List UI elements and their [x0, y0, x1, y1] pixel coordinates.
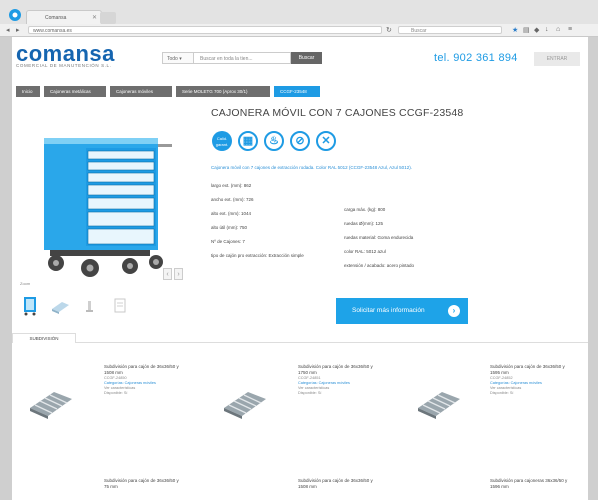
back-icon[interactable]: ◂ — [6, 26, 10, 34]
spec-right-4: color RAL: 5012 azul — [344, 249, 386, 254]
menu-icon[interactable]: ≡ — [568, 26, 572, 33]
spec-right-1: carga máx. (kg): 800 — [344, 207, 386, 212]
spec-right-2: ruedas Ø(mm): 125 — [344, 221, 384, 226]
spec-left-5: Nº de Cajones: 7 — [211, 239, 245, 244]
product-card-1[interactable]: Subdivisión para cajón de 36x36/50 y 150… — [104, 364, 182, 396]
product-description: Cajonera móvil con 7 cajones de extracci… — [211, 165, 412, 170]
product-main-image[interactable] — [30, 120, 180, 285]
quality-badge-text: Calid. garant. — [215, 136, 229, 147]
product-name[interactable]: Subdivisión para cajón de 36x36/50 y 75 … — [104, 478, 182, 490]
breadcrumb-item-current: CCGF-23548 — [274, 86, 320, 97]
tab-title: Comansa — [45, 15, 67, 21]
product-image[interactable] — [222, 386, 268, 420]
reading-list-icon[interactable]: ▤ — [523, 26, 530, 34]
url-bar[interactable]: www.comansa.es — [28, 26, 382, 34]
brand-subtitle: COMERCIAL DE MANUTENCIÓN S.L. — [16, 63, 112, 68]
breadcrumb-item-serie[interactable]: Serie MOLETG 700 (Aprox 30/1) — [176, 86, 270, 97]
product-card-5[interactable]: Subdivisión para cajón de 36x36/50 y 150… — [298, 478, 376, 490]
login-button[interactable]: ENTRAR — [534, 52, 580, 66]
product-card-3[interactable]: Subdivisión para cajón de 36x36/50 y 159… — [490, 364, 574, 396]
spec-left-2: ancho ext. (mm): 726 — [211, 197, 254, 202]
spec-left-1: largo ext. (mm): 862 — [211, 183, 252, 188]
gallery-prev-icon[interactable]: ‹ — [163, 268, 172, 280]
spec-left-6: tipo de cajón pro extracción: Extracción… — [211, 253, 304, 258]
reload-icon[interactable]: ↻ — [386, 26, 392, 34]
product-name[interactable]: Subdivisión para cajón de 36x36/50 y 150… — [104, 364, 182, 376]
arrow-right-icon: › — [448, 305, 460, 317]
thumbnail-3[interactable] — [80, 296, 100, 316]
spec-left-3: alto ext. (mm): 1044 — [211, 211, 252, 216]
star-icon[interactable]: ★ — [512, 26, 518, 34]
spec-right-5: extensión / acabado: acero pintado — [344, 263, 415, 268]
gallery-next-icon[interactable]: › — [174, 268, 183, 280]
thumbnail-1[interactable] — [20, 296, 40, 316]
product-name[interactable]: Subdivisión para cajoneras 36x36/50 y 15… — [490, 478, 574, 490]
close-tab-icon[interactable]: ✕ — [92, 14, 97, 21]
phone-number: tel. 902 361 894 — [434, 52, 518, 64]
thumbnail-4[interactable] — [110, 296, 130, 316]
product-image[interactable] — [28, 386, 74, 420]
new-tab-button[interactable] — [100, 12, 116, 24]
shield-icon[interactable]: ◆ — [534, 26, 539, 34]
spec-right-3: ruedas material: Goma endurecida — [344, 235, 414, 240]
breadcrumb-item-cajoneras-metalicas[interactable]: Cajoneras metálicas — [44, 86, 106, 97]
product-card-2[interactable]: Subdivisión para cajón de 36x36/50 y 175… — [298, 364, 376, 396]
tab-divider — [12, 342, 588, 343]
search-input[interactable]: Buscar en toda la tien... — [194, 52, 291, 64]
breadcrumb-item-home[interactable]: Inicio — [16, 86, 40, 97]
product-card-6[interactable]: Subdivisión para cajoneras 36x36/50 y 15… — [490, 478, 574, 490]
product-name[interactable]: Subdivisión para cajón de 36x36/50 y 150… — [298, 478, 376, 490]
tools-icon: ✕ — [316, 131, 336, 151]
quality-badge-icon: Calid. garant. — [212, 131, 232, 151]
browser-logo-icon — [8, 8, 22, 22]
forward-icon[interactable]: ▸ — [16, 26, 20, 34]
no-signal-icon: ⊘ — [290, 131, 310, 151]
browser-tab[interactable]: Comansa ✕ — [26, 10, 102, 25]
product-title: CAJONERA MÓVIL CON 7 CAJONES CCGF-23548 — [211, 107, 464, 119]
grid-icon: ▦ — [238, 131, 258, 151]
product-card-4[interactable]: Subdivisión para cajón de 36x36/50 y 75 … — [104, 478, 182, 490]
browser-search-input[interactable]: Buscar — [398, 26, 502, 34]
product-availability: Disponible: Sí — [490, 391, 514, 395]
search-category-select[interactable]: Todo ▾ — [162, 52, 194, 64]
search-button[interactable]: Buscar — [291, 52, 322, 64]
breadcrumb-item-cajoneras-moviles[interactable]: Cajoneras móviles — [110, 86, 172, 97]
zoom-label: Zoom — [20, 281, 31, 286]
product-availability: Disponible: Sí — [298, 391, 322, 395]
product-name[interactable]: Subdivisión para cajón de 36x36/50 y 159… — [490, 364, 574, 376]
product-name[interactable]: Subdivisión para cajón de 36x36/50 y 175… — [298, 364, 376, 376]
temperature-icon: ♨ — [264, 131, 284, 151]
tab-subdivision[interactable]: SUBDIVISIÓN — [12, 333, 76, 343]
download-icon[interactable]: ↓ — [545, 26, 549, 33]
home-icon[interactable]: ⌂ — [556, 26, 560, 33]
select-label: Todo — [167, 56, 178, 62]
spec-left-4: alto útil (mm): 750 — [211, 225, 248, 230]
request-info-button[interactable]: Solicitar más información › — [336, 298, 468, 324]
product-availability: Disponible: Sí — [104, 391, 128, 395]
thumbnail-2[interactable] — [50, 296, 70, 316]
product-image[interactable] — [416, 386, 462, 420]
request-info-label: Solicitar más información — [352, 307, 425, 314]
